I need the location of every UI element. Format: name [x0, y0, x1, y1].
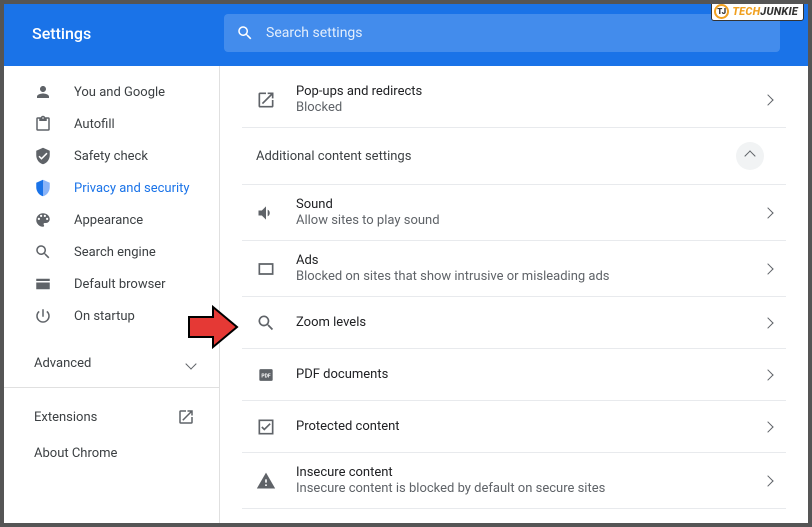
- chevron-right-icon: [762, 207, 773, 218]
- body-container: You and Google Autofill Safety check Pri…: [4, 66, 808, 523]
- row-subtitle: Allow sites to play sound: [296, 213, 744, 228]
- row-protected-content[interactable]: Protected content: [242, 401, 786, 453]
- row-title: PDF documents: [296, 367, 744, 382]
- page-title: Settings: [32, 24, 202, 43]
- row-text: Ads Blocked on sites that show intrusive…: [296, 253, 744, 284]
- sidebar: You and Google Autofill Safety check Pri…: [4, 66, 220, 523]
- sidebar-item-label: Autofill: [74, 117, 115, 132]
- sidebar-item-label: Safety check: [74, 149, 148, 164]
- row-subtitle: Blocked on sites that show intrusive or …: [296, 269, 744, 284]
- watermark-text-b: JUNKIE: [760, 5, 798, 18]
- chevron-right-icon: [762, 421, 773, 432]
- row-text: Insecure content Insecure content is blo…: [296, 465, 744, 496]
- row-zoom-levels[interactable]: Zoom levels: [242, 297, 786, 349]
- chevron-right-icon: [762, 317, 773, 328]
- sidebar-item-label: Extensions: [34, 410, 97, 425]
- chevron-up-icon: [744, 150, 755, 161]
- section-label: Additional content settings: [256, 149, 411, 164]
- popup-icon: [256, 90, 276, 110]
- sidebar-item-autofill[interactable]: Autofill: [4, 108, 219, 140]
- sidebar-item-label: You and Google: [74, 85, 165, 100]
- pdf-icon: PDF: [256, 365, 276, 385]
- sidebar-item-about-chrome[interactable]: About Chrome: [4, 436, 219, 471]
- search-icon: [34, 243, 52, 261]
- palette-icon: [34, 211, 52, 229]
- advanced-label: Advanced: [34, 356, 91, 371]
- sidebar-item-default-browser[interactable]: Default browser: [4, 268, 219, 300]
- watermark-badge: TJ: [714, 4, 729, 19]
- clipboard-icon: [34, 115, 52, 133]
- chevron-right-icon: [762, 263, 773, 274]
- zoom-icon: [256, 313, 276, 333]
- sidebar-item-privacy-security[interactable]: Privacy and security: [4, 172, 219, 204]
- sidebar-item-label: Privacy and security: [74, 181, 190, 196]
- row-title: Protected content: [296, 419, 744, 434]
- chevron-right-icon: [762, 94, 773, 105]
- techjunkie-watermark: TJ TECHJUNKIE: [711, 4, 804, 21]
- protected-icon: [256, 417, 276, 437]
- sidebar-item-appearance[interactable]: Appearance: [4, 204, 219, 236]
- row-title: Pop-ups and redirects: [296, 84, 744, 99]
- row-ads[interactable]: Ads Blocked on sites that show intrusive…: [242, 241, 786, 297]
- sidebar-item-label: About Chrome: [34, 446, 117, 461]
- search-icon: [236, 24, 254, 42]
- row-pdf-documents[interactable]: PDF PDF documents: [242, 349, 786, 401]
- section-additional-content[interactable]: Additional content settings: [242, 128, 786, 185]
- row-text: Protected content: [296, 419, 744, 434]
- sidebar-item-search-engine[interactable]: Search engine: [4, 236, 219, 268]
- row-text: Zoom levels: [296, 315, 744, 330]
- sidebar-item-safety-check[interactable]: Safety check: [4, 140, 219, 172]
- chevron-down-icon: [185, 358, 196, 369]
- row-insecure-content[interactable]: Insecure content Insecure content is blo…: [242, 453, 786, 509]
- person-icon: [34, 83, 52, 101]
- power-icon: [34, 307, 52, 325]
- ads-icon: [256, 259, 276, 279]
- row-title: Zoom levels: [296, 315, 744, 330]
- sidebar-item-extensions[interactable]: Extensions: [4, 398, 219, 436]
- red-arrow-annotation: [187, 305, 239, 353]
- row-text: Sound Allow sites to play sound: [296, 197, 744, 228]
- search-input[interactable]: [266, 25, 768, 41]
- external-link-icon: [177, 408, 195, 426]
- sidebar-item-label: Default browser: [74, 277, 166, 292]
- row-text: PDF documents: [296, 367, 744, 382]
- sidebar-item-you-and-google[interactable]: You and Google: [4, 76, 219, 108]
- row-text: Pop-ups and redirects Blocked: [296, 84, 744, 115]
- row-subtitle: Blocked: [296, 100, 744, 115]
- shield-icon: [34, 179, 52, 197]
- row-title: Insecure content: [296, 465, 744, 480]
- row-title: Ads: [296, 253, 744, 268]
- watermark-text-a: TECH: [732, 5, 760, 18]
- settings-window: TJ TECHJUNKIE Settings You and Google Au…: [4, 4, 808, 523]
- sidebar-footer: Extensions About Chrome: [4, 388, 219, 471]
- collapse-button[interactable]: [736, 142, 764, 170]
- search-box[interactable]: [224, 14, 780, 52]
- sidebar-item-label: On startup: [74, 309, 135, 324]
- row-popups-redirects[interactable]: Pop-ups and redirects Blocked: [242, 72, 786, 128]
- sidebar-item-label: Search engine: [74, 245, 156, 260]
- sidebar-item-label: Appearance: [74, 213, 143, 228]
- row-subtitle: Insecure content is blocked by default o…: [296, 481, 744, 496]
- chevron-right-icon: [762, 475, 773, 486]
- sound-icon: [256, 203, 276, 223]
- chevron-right-icon: [762, 369, 773, 380]
- row-title: Sound: [296, 197, 744, 212]
- shield-check-icon: [34, 147, 52, 165]
- header-bar: Settings: [4, 4, 808, 62]
- row-sound[interactable]: Sound Allow sites to play sound: [242, 185, 786, 241]
- browser-icon: [34, 275, 52, 293]
- warning-icon: [256, 471, 276, 491]
- svg-text:PDF: PDF: [261, 373, 270, 379]
- main-content: Pop-ups and redirects Blocked Additional…: [220, 66, 808, 523]
